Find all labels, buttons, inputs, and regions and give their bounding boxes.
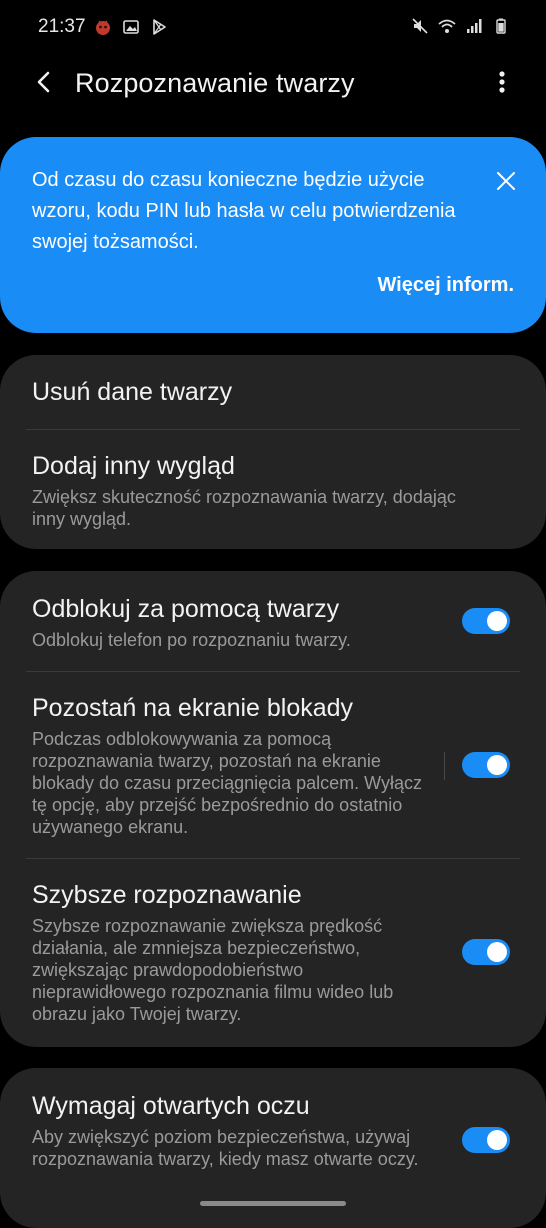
battery-icon xyxy=(496,18,506,34)
home-indicator[interactable] xyxy=(200,1201,346,1206)
app-header: Rozpoznawanie twarzy xyxy=(0,56,546,116)
wifi-icon xyxy=(438,19,456,33)
stay-on-lock-screen-item[interactable]: Pozostań na ekranie blokady Podczas odbl… xyxy=(0,672,546,858)
back-arrow-icon xyxy=(37,71,50,93)
faster-recognition-label: Szybsze rozpoznawanie xyxy=(32,881,302,909)
face-unlock-item[interactable]: Odblokuj za pomocą twarzy Odblokuj telef… xyxy=(0,571,546,671)
face-unlock-description: Odblokuj telefon po rozpoznaniu twarzy. xyxy=(32,630,351,650)
toggle-separator xyxy=(444,752,445,780)
remove-face-data-item[interactable]: Usuń dane twarzy xyxy=(0,355,546,429)
notification-icons xyxy=(94,18,168,36)
add-alternative-look-item[interactable]: Dodaj inny wygląd Zwiększ skuteczność ro… xyxy=(0,430,546,549)
close-icon[interactable] xyxy=(494,169,518,193)
toggle-knob xyxy=(487,755,507,775)
unlock-settings-card: Odblokuj za pomocą twarzy Odblokuj telef… xyxy=(0,571,546,1047)
signal-icon xyxy=(467,19,482,33)
require-open-eyes-description: Aby zwiększyć poziom bezpieczeństwa, uży… xyxy=(32,1127,419,1169)
status-time: 21:37 xyxy=(38,16,86,37)
system-status-icons xyxy=(411,17,510,35)
stay-on-lock-screen-label: Pozostań na ekranie blokady xyxy=(32,694,354,722)
stay-on-lock-screen-toggle[interactable] xyxy=(462,752,510,778)
more-options-icon xyxy=(499,71,505,93)
more-options-button[interactable] xyxy=(488,68,516,96)
face-unlock-toggle[interactable] xyxy=(462,608,510,634)
stay-on-lock-screen-description: Podczas odblokowywania za pomocą rozpozn… xyxy=(32,729,423,837)
more-info-link[interactable]: Więcej inform. xyxy=(377,274,514,297)
remove-face-data-label: Usuń dane twarzy xyxy=(32,378,233,406)
require-open-eyes-toggle[interactable] xyxy=(462,1127,510,1153)
faster-recognition-item[interactable]: Szybsze rozpoznawanie Szybsze rozpoznawa… xyxy=(0,859,546,1047)
status-bar: 21:37 xyxy=(0,0,546,56)
gallery-notification-icon xyxy=(123,20,139,34)
add-alternative-look-label: Dodaj inny wygląd xyxy=(32,452,235,480)
faster-recognition-toggle[interactable] xyxy=(462,939,510,965)
require-open-eyes-item[interactable]: Wymagaj otwartych oczu Aby zwiększyć poz… xyxy=(0,1068,546,1208)
add-alternative-look-description: Zwiększ skuteczność rozpoznawania twarzy… xyxy=(32,487,456,529)
require-open-eyes-label: Wymagaj otwartych oczu xyxy=(32,1092,310,1120)
toggle-knob xyxy=(487,942,507,962)
toggle-knob xyxy=(487,611,507,631)
bug-notification-icon xyxy=(96,20,110,35)
play-store-notification-icon xyxy=(153,19,166,35)
face-data-card: Usuń dane twarzy Dodaj inny wygląd Zwięk… xyxy=(0,355,546,549)
back-button[interactable] xyxy=(30,68,58,96)
mute-icon xyxy=(412,18,428,34)
toggle-knob xyxy=(487,1130,507,1150)
page-title: Rozpoznawanie twarzy xyxy=(75,68,355,98)
faster-recognition-description: Szybsze rozpoznawanie zwiększa prędkość … xyxy=(32,916,394,1024)
info-banner: Od czasu do czasu konieczne będzie użyci… xyxy=(0,137,546,333)
face-unlock-label: Odblokuj za pomocą twarzy xyxy=(32,595,340,623)
banner-message: Od czasu do czasu konieczne będzie użyci… xyxy=(32,169,456,253)
